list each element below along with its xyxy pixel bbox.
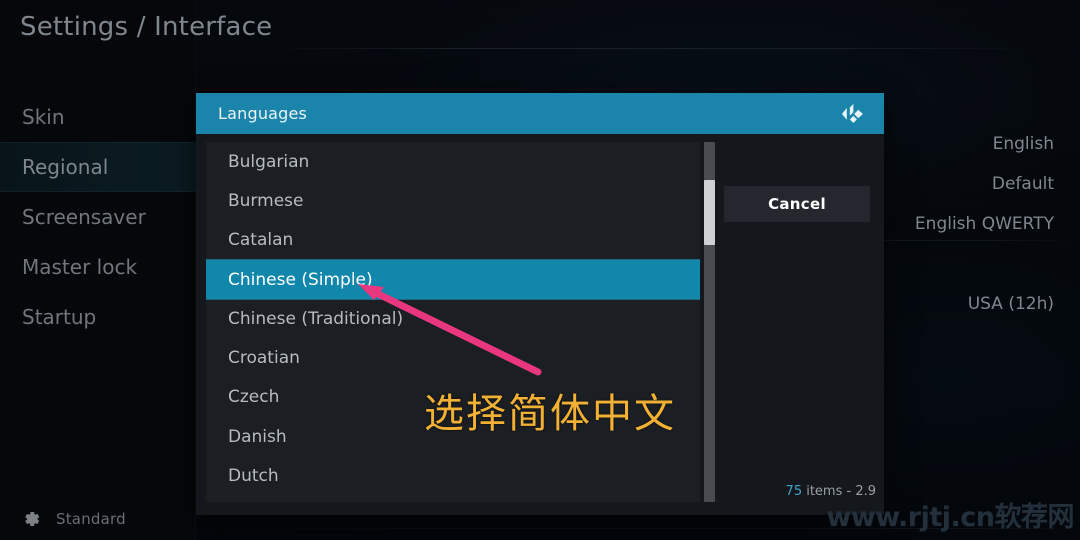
list-item[interactable]: Burmese	[206, 181, 700, 220]
page-title: Settings / Interface	[20, 12, 273, 42]
list-item[interactable]: Dutch	[206, 456, 700, 495]
list-item[interactable]: Bulgarian	[206, 142, 700, 181]
divider-top	[250, 48, 1052, 49]
list-item[interactable]: Catalan	[206, 221, 700, 260]
dialog-header: Languages	[196, 93, 884, 134]
sidebar-item-label: Master lock	[22, 255, 138, 279]
sidebar-nav: Skin Regional Screensaver Master lock St…	[0, 92, 196, 342]
sidebar-item-master-lock[interactable]: Master lock	[0, 242, 196, 292]
sidebar-item-label: Startup	[22, 305, 97, 329]
languages-dialog: Languages Bulgarian Burmese Catalan Chin…	[196, 93, 884, 515]
sidebar-item-screensaver[interactable]: Screensaver	[0, 192, 196, 242]
list-item[interactable]: Danish	[206, 417, 700, 456]
language-list[interactable]: Bulgarian Burmese Catalan Chinese (Simpl…	[206, 142, 700, 502]
sidebar-item-skin[interactable]: Skin	[0, 92, 196, 142]
sidebar-item-label: Regional	[22, 155, 109, 179]
sidebar-item-label: Skin	[22, 105, 65, 129]
dialog-actions: Cancel 75 items - 2.9	[724, 142, 876, 507]
kodi-settings-screen: Settings / Interface Skin Regional Scree…	[0, 0, 1080, 540]
dialog-title: Languages	[218, 104, 308, 123]
settings-level-label: Standard	[56, 510, 126, 528]
sidebar-item-label: Screensaver	[22, 205, 146, 229]
dialog-body: Bulgarian Burmese Catalan Chinese (Simpl…	[196, 134, 884, 515]
gear-icon	[25, 511, 40, 526]
list-item[interactable]: Croatian	[206, 338, 700, 377]
kodi-logo-icon	[841, 103, 863, 123]
scrollbar-thumb[interactable]	[704, 180, 715, 245]
sidebar-item-regional[interactable]: Regional	[0, 142, 196, 192]
list-scrollbar[interactable]	[704, 142, 715, 502]
list-item[interactable]: Czech	[206, 378, 700, 417]
list-item-selected[interactable]: Chinese (Simple)	[206, 259, 700, 300]
settings-level-control[interactable]: Standard	[20, 508, 126, 530]
watermark: www.rjtj.cn软荐网	[826, 502, 1074, 533]
items-count-number: 75	[785, 484, 803, 499]
sidebar-item-startup[interactable]: Startup	[0, 292, 196, 342]
list-item[interactable]: Chinese (Traditional)	[206, 299, 700, 338]
cancel-button[interactable]: Cancel	[724, 186, 870, 222]
